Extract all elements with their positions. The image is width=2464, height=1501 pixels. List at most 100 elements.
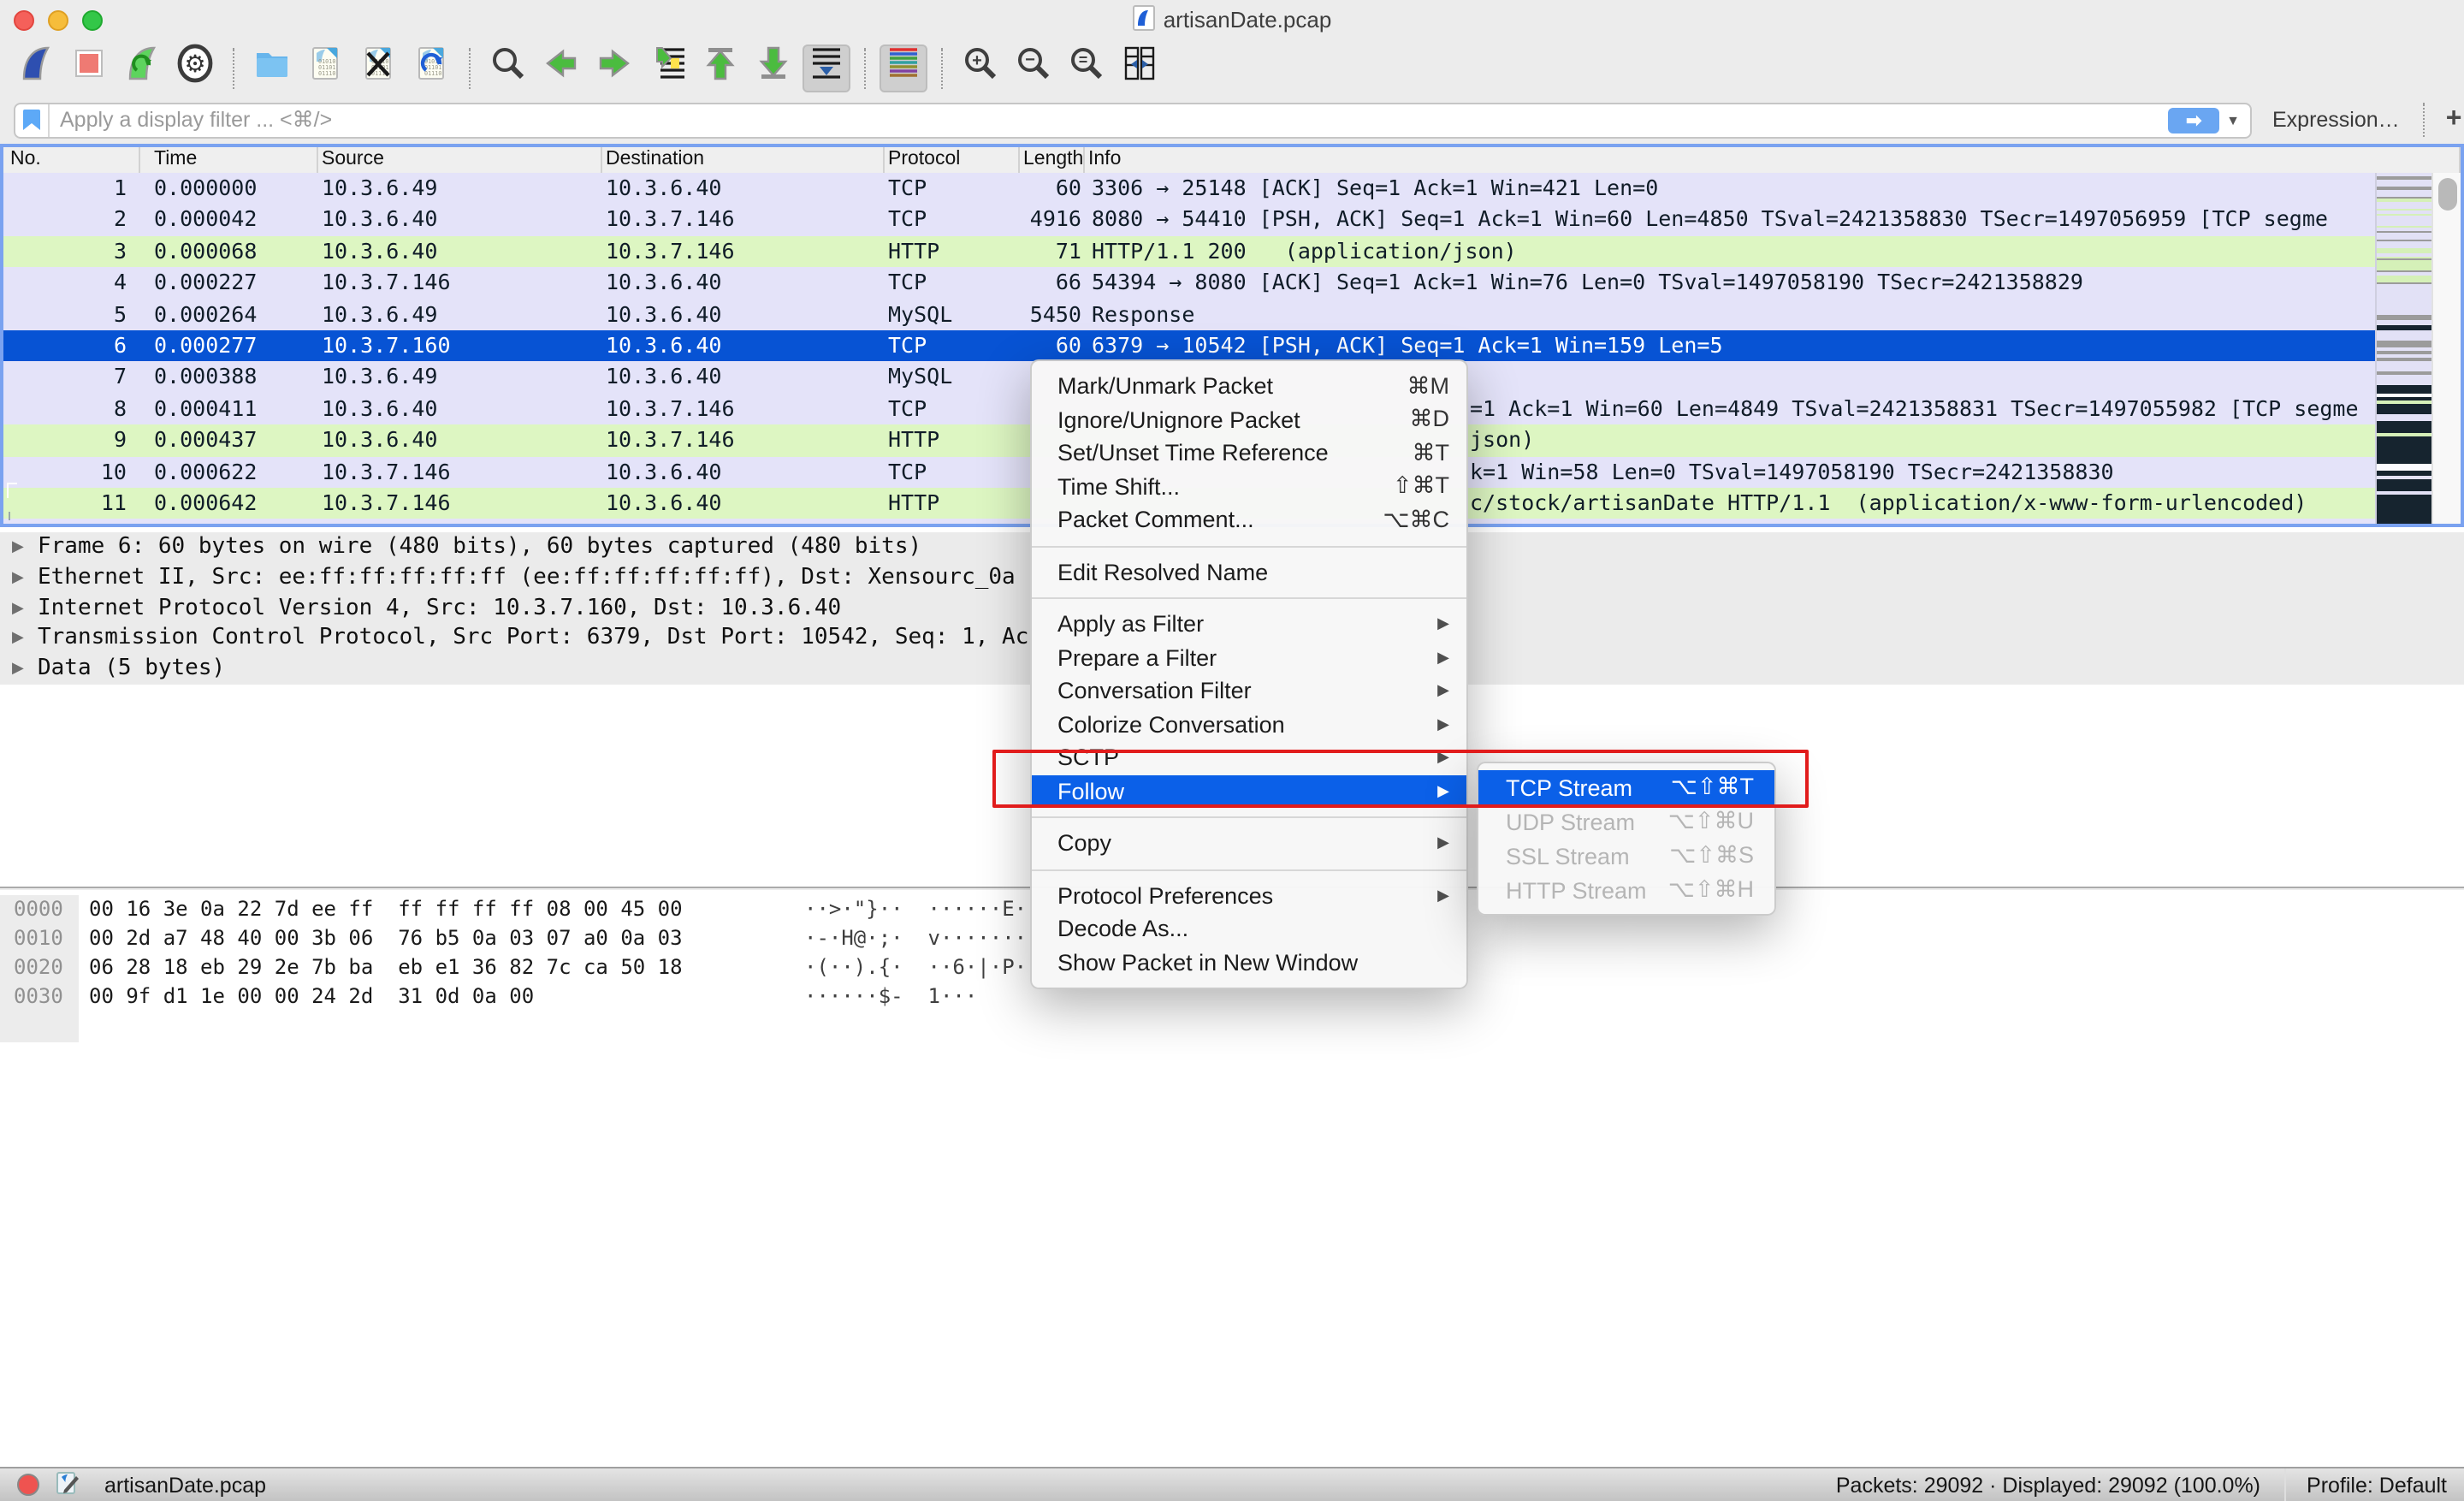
filter-history-dropdown-icon[interactable]: ▼ (2226, 112, 2240, 128)
packet-row-6[interactable]: 6 0.000277 10.3.7.160 10.3.6.40 TCP 60 6379 → … (3, 329, 2375, 362)
go-back-button[interactable] (537, 44, 585, 92)
packet-row-4[interactable]: 4 0.000227 10.3.7.146 10.3.6.40 TCP 66 54394 →… (3, 267, 2375, 300)
stop-capture-button[interactable] (65, 44, 113, 92)
capture-comment-icon[interactable] (56, 1469, 80, 1500)
scrollbar-thumb[interactable] (2438, 178, 2457, 211)
cell-time: 0.000068 (154, 237, 258, 264)
packet-row-2[interactable]: 2 0.000042 10.3.6.40 10.3.7.146 TCP 4916 8080 … (3, 204, 2375, 236)
go-to-bottom-button[interactable] (749, 44, 797, 92)
resize-columns-button[interactable] (1116, 44, 1164, 92)
display-filter-input[interactable] (50, 108, 2169, 132)
menu-item-mark-unmark-packet[interactable]: Mark/Unmark Packet ⌘M (1032, 370, 1466, 403)
submenu-arrow-icon: ▶ (1437, 715, 1449, 733)
reload-file-button[interactable]: 01010 01101 01110 (407, 44, 455, 92)
column-header-length[interactable]: Length (1020, 147, 1085, 173)
menu-item-packet-comment[interactable]: Packet Comment... ⌥⌘C (1032, 503, 1466, 537)
menu-item-label: Mark/Unmark Packet (1057, 373, 1274, 400)
menu-item-set-unset-time-reference[interactable]: Set/Unset Time Reference ⌘T (1032, 436, 1466, 470)
menu-item-time-shift[interactable]: Time Shift... ⇧⌘T (1032, 470, 1466, 503)
cell-proto: HTTP (888, 237, 940, 264)
cell-dst: 10.3.6.40 (606, 175, 722, 200)
expand-triangle-icon[interactable]: ▶ (12, 654, 24, 685)
menu-item-shortcut: ⌘D (1409, 406, 1450, 432)
packet-row-3[interactable]: 3 0.000068 10.3.6.40 10.3.7.146 HTTP 71 HTTP/1… (3, 235, 2375, 268)
menu-item-protocol-preferences[interactable]: Protocol Preferences ▶ (1032, 879, 1466, 912)
expand-triangle-icon[interactable]: ▶ (12, 593, 24, 624)
cell-proto: MySQL (888, 300, 953, 327)
capture-options-button[interactable]: ⚙ (171, 44, 219, 92)
submenu-arrow-icon: ▶ (1437, 648, 1449, 666)
go-forward-button[interactable] (590, 44, 638, 92)
menu-item-label: Ignore/Unignore Packet (1057, 406, 1300, 433)
menu-item-conversation-filter[interactable]: Conversation Filter ▶ (1032, 674, 1466, 708)
zoom-original-button[interactable]: = (1063, 44, 1111, 92)
filter-bookmark-icon[interactable] (15, 104, 50, 136)
save-file-button[interactable]: 01010 01101 01110 (301, 44, 349, 92)
display-filter-field[interactable]: ➡ ▼ (14, 102, 2252, 138)
cell-no: 5 (113, 300, 127, 327)
column-header-source[interactable]: Source (318, 147, 602, 173)
hex-bytes: 06 28 18 eb 29 2e 7b ba eb e1 36 82 7c c… (89, 955, 683, 979)
status-profile[interactable]: Profile: Default (2307, 1473, 2447, 1497)
auto-scroll-button[interactable] (803, 44, 850, 92)
packet-row-5[interactable]: 5 0.000264 10.3.6.49 10.3.6.40 MySQL 5450 Resp… (3, 299, 2375, 330)
cell-proto: TCP (888, 395, 927, 421)
menu-item-edit-resolved-name[interactable]: Edit Resolved Name (1032, 555, 1466, 589)
open-file-button[interactable] (248, 44, 296, 92)
menu-item-label: Colorize Conversation (1057, 711, 1285, 738)
menu-item-decode-as[interactable]: Decode As... (1032, 912, 1466, 946)
svg-text:−: − (1025, 50, 1035, 69)
menu-item-colorize-conversation[interactable]: Colorize Conversation ▶ (1032, 708, 1466, 741)
status-bar: artisanDate.pcap Packets: 29092 · Displa… (0, 1467, 2464, 1501)
cell-info: Response (1092, 300, 1195, 327)
apply-filter-button[interactable]: ➡ (2168, 107, 2220, 133)
cell-no: 2 (113, 205, 127, 232)
expand-triangle-icon[interactable]: ▶ (12, 563, 24, 594)
menu-item-ignore-unignore-packet[interactable]: Ignore/Unignore Packet ⌘D (1032, 403, 1466, 436)
menu-item-shortcut: ⌘M (1407, 372, 1450, 399)
menu-item-label: Prepare a Filter (1057, 644, 1217, 671)
cell-time: 0.000042 (154, 205, 258, 232)
zoom-out-button[interactable]: − (1010, 44, 1057, 92)
wireshark-fin-button[interactable] (12, 44, 60, 92)
menu-item-label: Packet Comment... (1057, 507, 1254, 533)
detail-row-text: Frame 6: 60 bytes on wire (480 bits), 60… (38, 534, 922, 560)
packet-list-scrollbar[interactable] (2431, 173, 2461, 524)
expert-info-icon[interactable] (17, 1474, 39, 1496)
reload-file-icon: 01010 01101 01110 (411, 43, 452, 92)
menu-item-show-packet-in-new-window[interactable]: Show Packet in New Window (1032, 946, 1466, 979)
menu-item-prepare-a-filter[interactable]: Prepare a Filter ▶ (1032, 641, 1466, 674)
cell-src: 10.3.6.49 (322, 175, 438, 200)
restart-capture-button[interactable] (118, 44, 166, 92)
go-to-top-button[interactable] (696, 44, 744, 92)
menu-item-copy[interactable]: Copy ▶ (1032, 827, 1466, 860)
annotation-red-rectangle (992, 750, 1809, 808)
hex-ascii: ······$- 1··· (804, 984, 978, 1008)
cell-time: 0.000437 (154, 426, 258, 453)
menu-item-shortcut: ⌘T (1412, 439, 1450, 466)
menu-item-apply-as-filter[interactable]: Apply as Filter ▶ (1032, 608, 1466, 641)
document-icon (1132, 4, 1155, 35)
expand-triangle-icon[interactable]: ▶ (12, 532, 24, 563)
column-header-info[interactable]: Info (1085, 147, 2461, 173)
go-to-packet-button[interactable] (643, 44, 691, 92)
intelligent-scrollbar-minimap[interactable] (2375, 173, 2431, 524)
column-header-protocol[interactable]: Protocol (885, 147, 1020, 173)
column-header-destination[interactable]: Destination (602, 147, 885, 173)
expand-triangle-icon[interactable]: ▶ (12, 624, 24, 655)
add-filter-button[interactable]: + (2446, 104, 2462, 135)
svg-text:=: = (1079, 51, 1088, 68)
colorize-packets-button[interactable] (880, 44, 927, 92)
close-file-button[interactable]: 010100110101110 (354, 44, 402, 92)
column-header-time[interactable]: Time (140, 147, 318, 173)
cell-info: 8080 → 54410 [PSH, ACK] Seq=1 Ack=1 Win=… (1092, 205, 2328, 232)
toolbar-separator (941, 47, 943, 88)
column-header-no[interactable]: No. (3, 147, 140, 173)
expression-button[interactable]: Expression… (2272, 108, 2400, 132)
cell-proto: TCP (885, 519, 1020, 524)
zoom-in-button[interactable]: + (957, 44, 1004, 92)
zoom-original-icon: = (1066, 43, 1107, 92)
find-packet-button[interactable] (484, 44, 532, 92)
packet-row-1[interactable]: 1 0.000000 10.3.6.49 10.3.6.40 TCP 60 3306 → 2… (3, 173, 2375, 205)
cell-no: 12 (3, 519, 140, 524)
